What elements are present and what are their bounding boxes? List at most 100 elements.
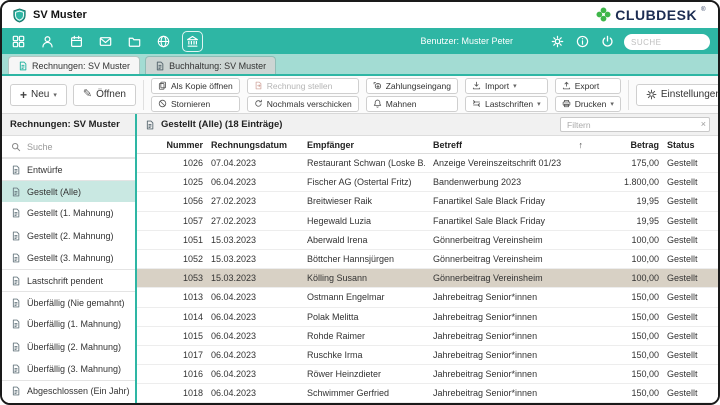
- filter-box: ×: [560, 117, 710, 132]
- cell-nummer: 1017: [145, 350, 203, 360]
- column-header-status[interactable]: Status: [667, 140, 710, 150]
- calendar-icon[interactable]: [68, 33, 85, 50]
- brand-trademark: ®: [701, 7, 706, 13]
- contacts-icon[interactable]: [39, 33, 56, 50]
- lastschriften-button[interactable]: Lastschriften ▾: [465, 96, 548, 112]
- sort-ascending-icon[interactable]: ↑: [579, 140, 584, 150]
- sidebar-item[interactable]: Lastschrift pendent: [2, 269, 135, 291]
- sidebar-item-label: Lastschrift pendent: [27, 276, 103, 286]
- info-icon[interactable]: [574, 33, 591, 50]
- einstellungen-button[interactable]: Einstellungen ▾: [636, 84, 720, 106]
- filter-input[interactable]: [560, 117, 710, 132]
- sidebar-item[interactable]: Gestellt (2. Mahnung): [2, 225, 135, 247]
- cell-betrag: 150,00: [591, 369, 659, 379]
- sidebar-item[interactable]: Überfällig (Nie gemahnt): [2, 291, 135, 313]
- table-row[interactable]: 1013 06.04.2023 Ostmann Engelmar Jahrebe…: [137, 288, 718, 307]
- invoice-list-icon: [11, 231, 21, 241]
- cell-empfaenger: Röwer Heinzdieter: [307, 369, 425, 379]
- chevron-down-icon: ▾: [53, 91, 57, 99]
- sidebar-item[interactable]: Gestellt (Alle): [2, 180, 135, 202]
- website-globe-icon[interactable]: [155, 33, 172, 50]
- sidebar-item[interactable]: Gestellt (1. Mahnung): [2, 202, 135, 224]
- cell-empfaenger: Ostmann Engelmar: [307, 292, 425, 302]
- betreff-label: Betreff: [433, 140, 462, 150]
- cell-rechnungsdatum: 06.04.2023: [211, 292, 299, 302]
- invoice-list-icon: [11, 342, 21, 352]
- sidebar-item-label: Gestellt (Alle): [27, 187, 81, 197]
- cell-empfaenger: Rohde Raimer: [307, 331, 425, 341]
- table-row[interactable]: 1014 06.04.2023 Polak Melitta Jahrebeitr…: [137, 308, 718, 327]
- neu-button[interactable]: + Neu ▾: [10, 84, 67, 106]
- oeffnen-button[interactable]: ✎ Öffnen: [73, 84, 136, 106]
- toolbar-group-primary: + Neu ▾ ✎ Öffnen: [10, 84, 136, 106]
- clear-filter-icon[interactable]: ×: [701, 120, 706, 129]
- table-row[interactable]: 1025 06.04.2023 Fischer AG (Ostertal Fri…: [137, 173, 718, 192]
- cell-status: Gestellt: [667, 235, 710, 245]
- plus-icon: +: [20, 89, 27, 101]
- mail-icon[interactable]: [97, 33, 114, 50]
- import-button[interactable]: Import ▾: [465, 78, 548, 94]
- clubdesk-brand: CLUBDESK®: [596, 7, 706, 23]
- column-header-empfaenger[interactable]: Empfänger: [307, 140, 425, 150]
- column-header-betreff[interactable]: Betreff ↑: [433, 140, 583, 150]
- zahlungseingang-button[interactable]: Zahlungseingang: [366, 78, 458, 94]
- table-row[interactable]: 1026 07.04.2023 Restaurant Schwan (Loske…: [137, 154, 718, 173]
- sidebar-item[interactable]: Überfällig (3. Mahnung): [2, 358, 135, 380]
- table-row[interactable]: 1052 15.03.2023 Böttcher Hannsjürgen Gön…: [137, 250, 718, 269]
- toolbar-group-payment: Zahlungseingang Mahnen: [366, 78, 458, 112]
- column-header-nummer[interactable]: Nummer: [145, 140, 203, 150]
- invoice-list-icon: [11, 364, 21, 374]
- sidebar-item[interactable]: Gestellt (3. Mahnung): [2, 247, 135, 269]
- column-header-betrag[interactable]: Betrag: [591, 140, 659, 150]
- table-row[interactable]: 1018 06.04.2023 Schwimmer Gerfried Jahre…: [137, 384, 718, 403]
- tab[interactable]: Rechnungen: SV Muster: [8, 56, 140, 74]
- list-header-icon: [145, 120, 155, 130]
- table-row[interactable]: 1051 15.03.2023 Aberwald Irena Gönnerbei…: [137, 231, 718, 250]
- documents-folder-icon[interactable]: [126, 33, 143, 50]
- invoice-list-icon: [11, 253, 21, 263]
- clubdesk-clover-icon: [596, 7, 611, 22]
- toolbar-group-import: Import ▾ Lastschriften ▾: [465, 78, 548, 112]
- table-row[interactable]: 1056 27.02.2023 Breitwieser Raik Fanarti…: [137, 192, 718, 211]
- sidebar-item[interactable]: Überfällig (1. Mahnung): [2, 313, 135, 335]
- cell-betreff: Fanartikel Sale Black Friday: [433, 196, 583, 206]
- mahnen-button[interactable]: Mahnen: [366, 96, 458, 112]
- finance-bank-icon[interactable]: [184, 33, 201, 50]
- main-header: Gestellt (Alle) (18 Einträge) ×: [137, 114, 718, 136]
- cell-empfaenger: Restaurant Schwan (Loske B...: [307, 158, 425, 168]
- export-button[interactable]: Export: [555, 78, 621, 94]
- cell-empfaenger: Fischer AG (Ostertal Fritz): [307, 177, 425, 187]
- cell-rechnungsdatum: 06.04.2023: [211, 331, 299, 341]
- table-row[interactable]: 1016 06.04.2023 Röwer Heinzdieter Jahreb…: [137, 365, 718, 384]
- cell-nummer: 1026: [145, 158, 203, 168]
- export-icon: [562, 81, 571, 90]
- table-header-row: Nummer Rechnungsdatum Empfänger Betreff …: [137, 136, 718, 154]
- cell-status: Gestellt: [667, 216, 710, 226]
- modules-grid-icon[interactable]: [10, 33, 27, 50]
- cell-betreff: Jahrebeitrag Senior*innen: [433, 331, 583, 341]
- settings-gear-icon[interactable]: [549, 33, 566, 50]
- table-row[interactable]: 1053 15.03.2023 Kölling Susann Gönnerbei…: [137, 269, 718, 288]
- sidebar-item[interactable]: Abgeschlossen (Ein Jahr): [2, 380, 135, 402]
- als-kopie-oeffnen-button[interactable]: Als Kopie öffnen: [151, 78, 240, 94]
- stornieren-button[interactable]: Stornieren: [151, 96, 240, 112]
- global-search-input[interactable]: [624, 34, 710, 50]
- cell-rechnungsdatum: 06.04.2023: [211, 177, 299, 187]
- pencil-icon: ✎: [83, 89, 92, 100]
- power-logout-icon[interactable]: [599, 33, 616, 50]
- sidebar-item[interactable]: Überfällig (2. Mahnung): [2, 336, 135, 358]
- sidebar-item[interactable]: Entwürfe: [2, 158, 135, 180]
- nochmals-verschicken-button[interactable]: Nochmals verschicken: [247, 96, 359, 112]
- sidebar-search[interactable]: Suche: [2, 136, 135, 158]
- rechnung-stellen-button[interactable]: Rechnung stellen: [247, 78, 359, 94]
- table-row[interactable]: 1015 06.04.2023 Rohde Raimer Jahrebeitra…: [137, 327, 718, 346]
- drucken-button[interactable]: Drucken ▾: [555, 96, 621, 112]
- column-header-rechnungsdatum[interactable]: Rechnungsdatum: [211, 140, 299, 150]
- cell-rechnungsdatum: 27.02.2023: [211, 196, 299, 206]
- table-row[interactable]: 1057 27.02.2023 Hegewald Luzia Fanartike…: [137, 212, 718, 231]
- invoice-list-icon: [11, 298, 21, 308]
- cell-betreff: Anzeige Vereinszeitschrift 01/23: [433, 158, 583, 168]
- sidebar-item-list: Entwürfe Gestellt (Alle) Gestellt (1. Ma…: [2, 158, 135, 403]
- table-row[interactable]: 1017 06.04.2023 Ruschke Irma Jahrebeitra…: [137, 346, 718, 365]
- tab[interactable]: Buchhaltung: SV Muster: [145, 56, 276, 74]
